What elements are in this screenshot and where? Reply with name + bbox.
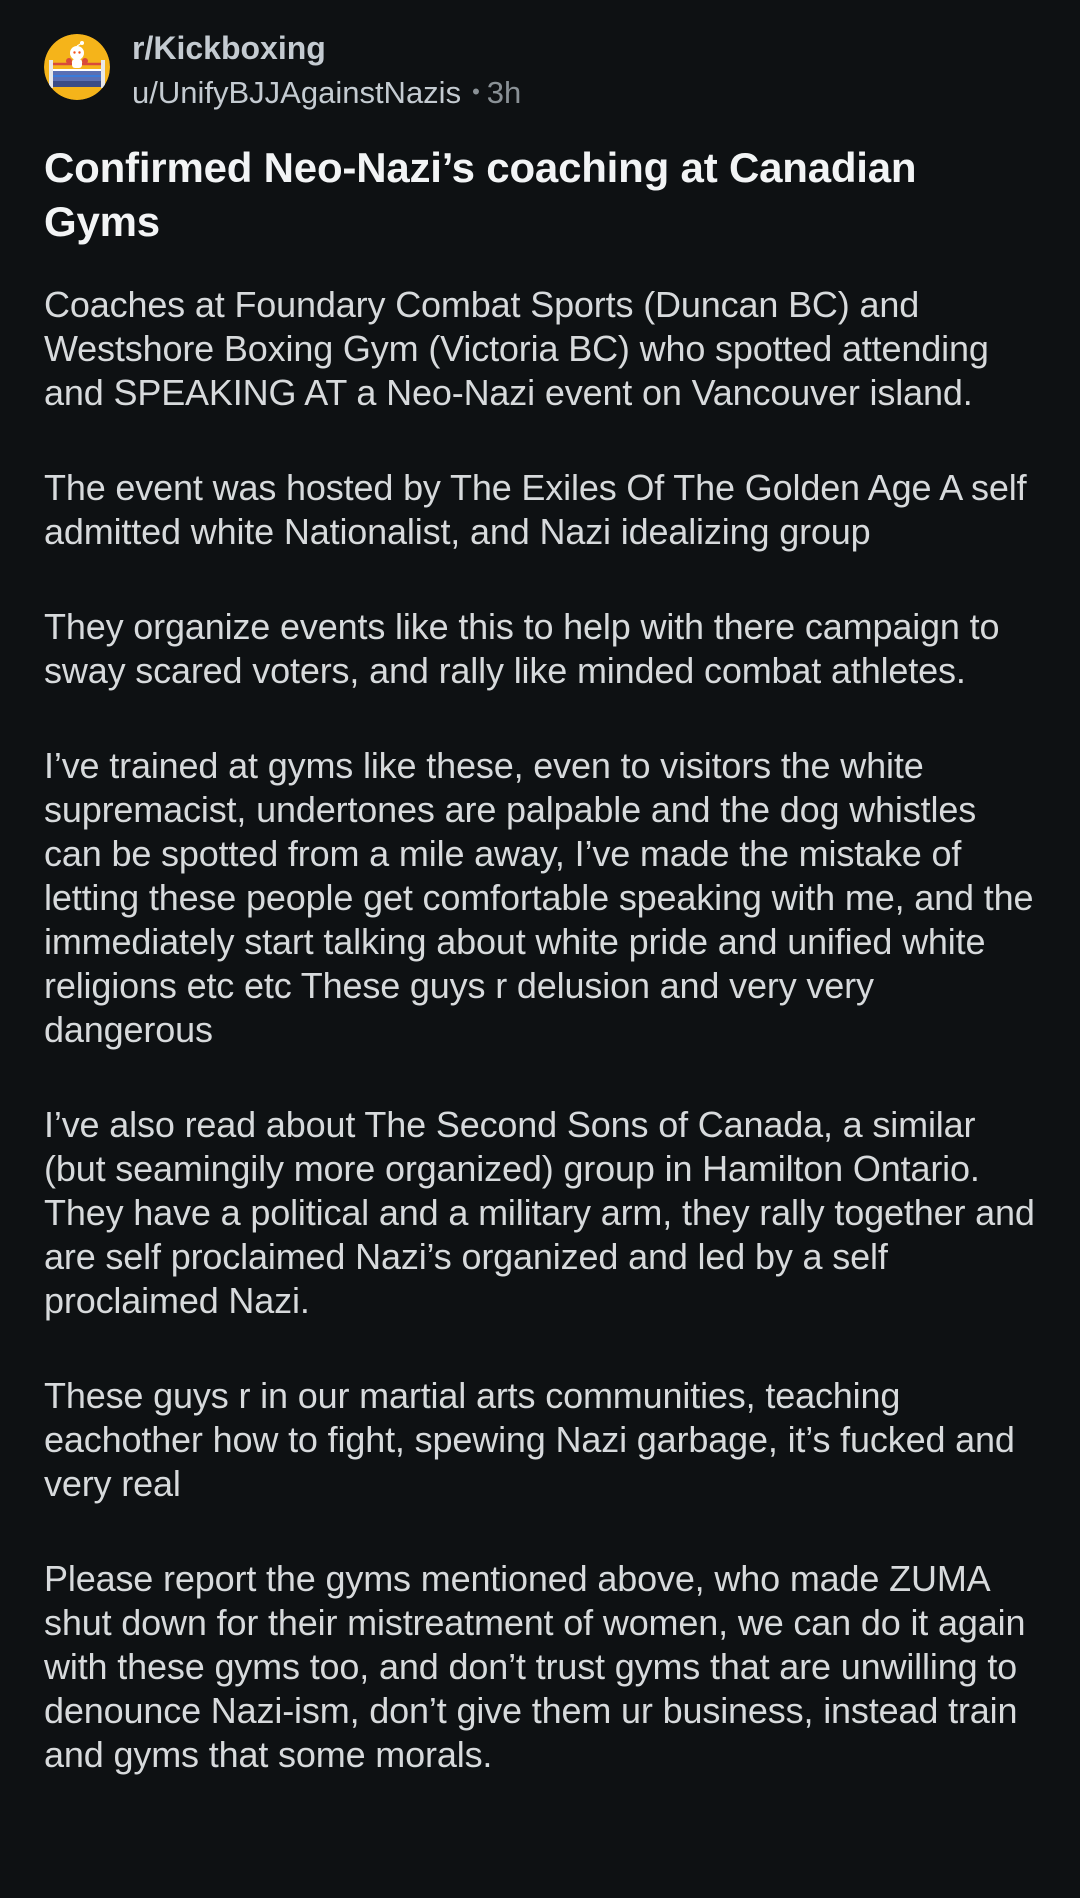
post-meta: r/Kickboxing u/UnifyBJJAgainstNazis • 3h — [132, 28, 521, 114]
post-paragraph: These guys r in our martial arts communi… — [44, 1375, 1015, 1504]
subreddit-avatar-icon[interactable] — [44, 34, 110, 100]
post-timestamp: 3h — [486, 75, 522, 110]
post-paragraph: They organize events like this to help w… — [44, 606, 1000, 691]
post-paragraph: Please report the gyms mentioned above, … — [44, 1558, 1026, 1775]
post: r/Kickboxing u/UnifyBJJAgainstNazis • 3h C… — [0, 0, 1080, 1898]
byline: u/UnifyBJJAgainstNazis • 3h — [132, 71, 521, 114]
post-paragraph: Coaches at Foundary Combat Sports (Dunca… — [44, 284, 989, 413]
post-paragraph: The event was hosted by The Exiles Of Th… — [44, 467, 1027, 552]
meta-separator: • — [472, 79, 480, 104]
subreddit-name[interactable]: r/Kickboxing — [132, 28, 521, 68]
post-paragraph: I’ve also read about The Second Sons of … — [44, 1104, 1035, 1321]
author-username[interactable]: u/UnifyBJJAgainstNazis — [132, 75, 461, 110]
post-body: Coaches at Foundary Combat Sports (Dunca… — [44, 283, 1036, 1777]
post-header: r/Kickboxing u/UnifyBJJAgainstNazis • 3h — [44, 0, 1036, 130]
post-title: Confirmed Neo-Nazi’s coaching at Canadia… — [44, 144, 917, 245]
post-paragraph: I’ve trained at gyms like these, even to… — [44, 745, 1034, 1050]
